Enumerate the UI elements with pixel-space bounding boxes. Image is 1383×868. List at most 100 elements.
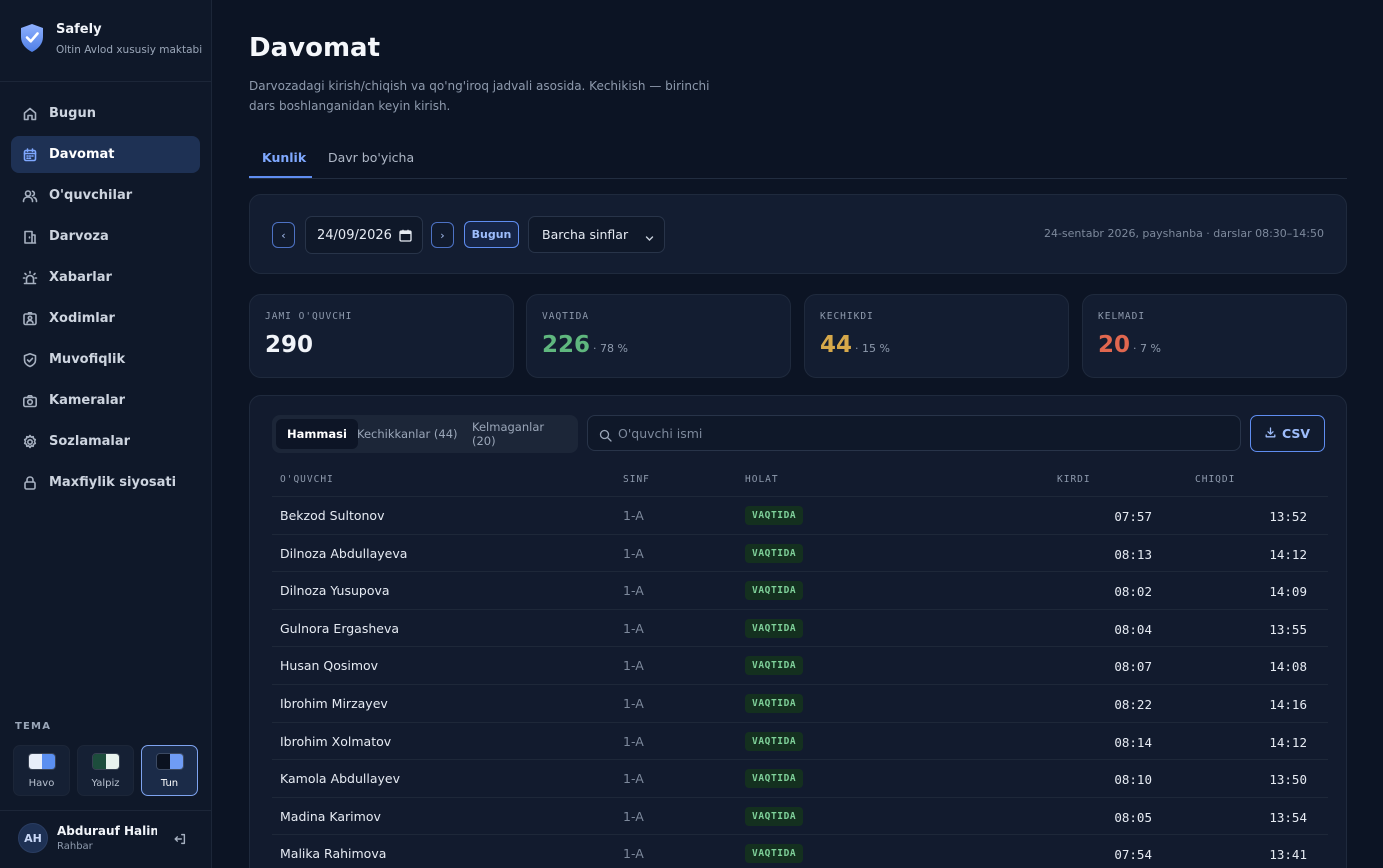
user-profile[interactable]: AH Abdurauf Halim... Rahbar: [18, 823, 157, 853]
col-header-class[interactable]: SINF: [623, 474, 650, 485]
student-class: 1-A: [623, 695, 644, 711]
theme-yalpiz[interactable]: Yalpiz: [77, 745, 134, 796]
table-row[interactable]: Husan Qosimov 1-A VAQTIDA 08:07 14:08: [272, 646, 1328, 684]
sidebar-item-bugun[interactable]: Bugun: [11, 95, 200, 132]
table-row[interactable]: Kamola Abdullayev 1-A VAQTIDA 08:10 13:50: [272, 759, 1328, 797]
table-row[interactable]: Gulnora Ergasheva 1-A VAQTIDA 08:04 13:55: [272, 608, 1328, 647]
stat-percent: · 15 %: [855, 342, 890, 355]
col-header-student[interactable]: O'QUVCHI: [280, 474, 334, 485]
users-icon: [22, 188, 38, 204]
sidebar-item-davomat[interactable]: Davomat: [11, 136, 200, 173]
col-header-in[interactable]: KIRDI: [1057, 474, 1091, 485]
check-out-time: 13:55: [1269, 621, 1307, 637]
sidebar-item-sozlamalar[interactable]: Sozlamalar: [11, 423, 200, 460]
check-out-time: 13:41: [1269, 847, 1307, 863]
today-button[interactable]: Bugun: [464, 221, 519, 248]
tab-bar: Kunlik Davr bo'yicha: [249, 142, 1347, 179]
tab-davr-boyicha[interactable]: Davr bo'yicha: [328, 150, 414, 165]
attendance-panel: Hammasi Kechikkanlar (44) Kelmaganlar (2…: [249, 395, 1347, 868]
search-input[interactable]: [618, 416, 1218, 450]
student-name: Bekzod Sultonov: [280, 508, 385, 523]
logout-icon[interactable]: [173, 831, 189, 847]
sidebar-item-label: Darvoza: [49, 229, 109, 244]
theme-swatch: [91, 753, 120, 770]
status-badge: VAQTIDA: [745, 656, 804, 676]
status-badge: VAQTIDA: [745, 581, 804, 601]
table-row[interactable]: Dilnoza Yusupova 1-A VAQTIDA 08:02 14:09: [272, 571, 1328, 609]
lock-icon: [22, 475, 38, 491]
status-badge: VAQTIDA: [745, 731, 804, 751]
table-row[interactable]: Ibrohim Xolmatov 1-A VAQTIDA 08:14 14:12: [272, 721, 1328, 760]
date-input[interactable]: 24/09/2026: [305, 216, 423, 254]
table-row[interactable]: Ibrohim Mirzayev 1-A VAQTIDA 08:22 14:16: [272, 683, 1328, 722]
table-body: Bekzod Sultonov 1-A VAQTIDA 07:57 13:52 Dilno…: [272, 496, 1328, 868]
check-in-time: 08:04: [1114, 621, 1152, 637]
student-name: Husan Qosimov: [280, 658, 379, 674]
check-in-time: 08:22: [1114, 696, 1152, 712]
sidebar-item-muvofiqlik[interactable]: Muvofiqlik: [11, 341, 200, 378]
calendar-icon: [22, 147, 38, 163]
theme-swatch: [27, 753, 56, 770]
page-description: Darvozadagi kirish/chiqish va qo'ng'iroq…: [249, 79, 710, 113]
chevron-down-icon: [645, 231, 654, 241]
student-class: 1-A: [623, 771, 644, 787]
table-row[interactable]: Malika Rahimova 1-A VAQTIDA 07:54 13:41: [272, 834, 1328, 868]
theme-label-havo: Havo: [28, 778, 55, 789]
brand[interactable]: Safely Oltin Avlod xususiy maktabi: [18, 22, 202, 56]
sidebar-item-darvoza[interactable]: Darvoza: [11, 218, 200, 255]
date-toolbar: ‹ 24/09/2026 › Bugun Barcha sinflar 24-s…: [249, 194, 1347, 274]
theme-label-yalpiz: Yalpiz: [91, 778, 120, 789]
sidebar-item-label: Muvofiqlik: [49, 352, 126, 367]
page-title: Davomat: [249, 33, 381, 63]
sidebar-item-xodimlar[interactable]: Xodimlar: [11, 300, 200, 337]
filter-late[interactable]: Kechikkanlar (44): [346, 419, 469, 449]
col-header-out[interactable]: CHIQDI: [1195, 474, 1235, 485]
check-out-time: 14:08: [1269, 659, 1307, 675]
sidebar-item-xabarlar[interactable]: Xabarlar: [11, 259, 200, 296]
class-select[interactable]: Barcha sinflar: [528, 216, 665, 253]
status-badge: VAQTIDA: [745, 844, 804, 864]
table-row[interactable]: Bekzod Sultonov 1-A VAQTIDA 07:57 13:52: [272, 496, 1328, 534]
sidebar-item-kameralar[interactable]: Kameralar: [11, 382, 200, 419]
gate-icon: [22, 229, 38, 245]
stat-percent: · 7 %: [1133, 342, 1161, 355]
theme-tun[interactable]: Tun: [141, 745, 198, 796]
stat-label: VAQTIDA: [542, 311, 590, 322]
sidebar-item-label: O'quvchilar: [49, 188, 133, 203]
csv-export-button[interactable]: CSV: [1250, 415, 1325, 452]
table-row[interactable]: Dilnoza Abdullayeva 1-A VAQTIDA 08:13 14:12: [272, 533, 1328, 572]
avatar: AH: [18, 823, 48, 853]
gear-icon: [22, 434, 38, 450]
sidebar-item-label: Xabarlar: [49, 270, 112, 285]
stat-value: 20: [1098, 332, 1131, 358]
sidebar-item-oquvchilar[interactable]: O'quvchilar: [11, 177, 200, 214]
date-info: 24-sentabr 2026, payshanba · darslar 08:…: [1043, 227, 1324, 240]
check-in-time: 08:10: [1114, 772, 1152, 788]
id-card-icon: [22, 311, 38, 327]
next-day-button[interactable]: ›: [431, 222, 454, 248]
student-class: 1-A: [623, 658, 644, 674]
table-row[interactable]: Madina Karimov 1-A VAQTIDA 08:05 13:54: [272, 796, 1328, 835]
student-class: 1-A: [623, 508, 644, 523]
stat-value-group: 44 · 15 %: [820, 332, 890, 358]
check-in-time: 08:14: [1114, 734, 1152, 750]
sidebar-item-maxfiylik[interactable]: Maxfiylik siyosati: [11, 464, 200, 501]
check-in-time: 08:07: [1114, 659, 1152, 675]
check-out-time: 13:50: [1269, 772, 1307, 788]
student-class: 1-A: [623, 545, 644, 561]
theme-swatch: [155, 753, 184, 770]
stat-card-absent: KELMADI 20 · 7 %: [1082, 294, 1347, 378]
brand-subtitle: Oltin Avlod xususiy maktabi: [56, 44, 203, 56]
filter-absent[interactable]: Kelmaganlar (20): [461, 419, 578, 449]
divider: [0, 81, 211, 82]
check-in-time: 07:57: [1114, 509, 1152, 524]
status-badge: VAQTIDA: [745, 693, 804, 713]
shield-check-icon: [22, 352, 38, 368]
check-in-time: 08:13: [1114, 546, 1152, 562]
search-icon: [599, 427, 612, 442]
tab-kunlik[interactable]: Kunlik: [262, 150, 306, 165]
theme-havo[interactable]: Havo: [13, 745, 70, 796]
calendar-icon[interactable]: [399, 229, 412, 242]
col-header-status[interactable]: HOLAT: [745, 474, 779, 485]
prev-day-button[interactable]: ‹: [272, 222, 295, 248]
